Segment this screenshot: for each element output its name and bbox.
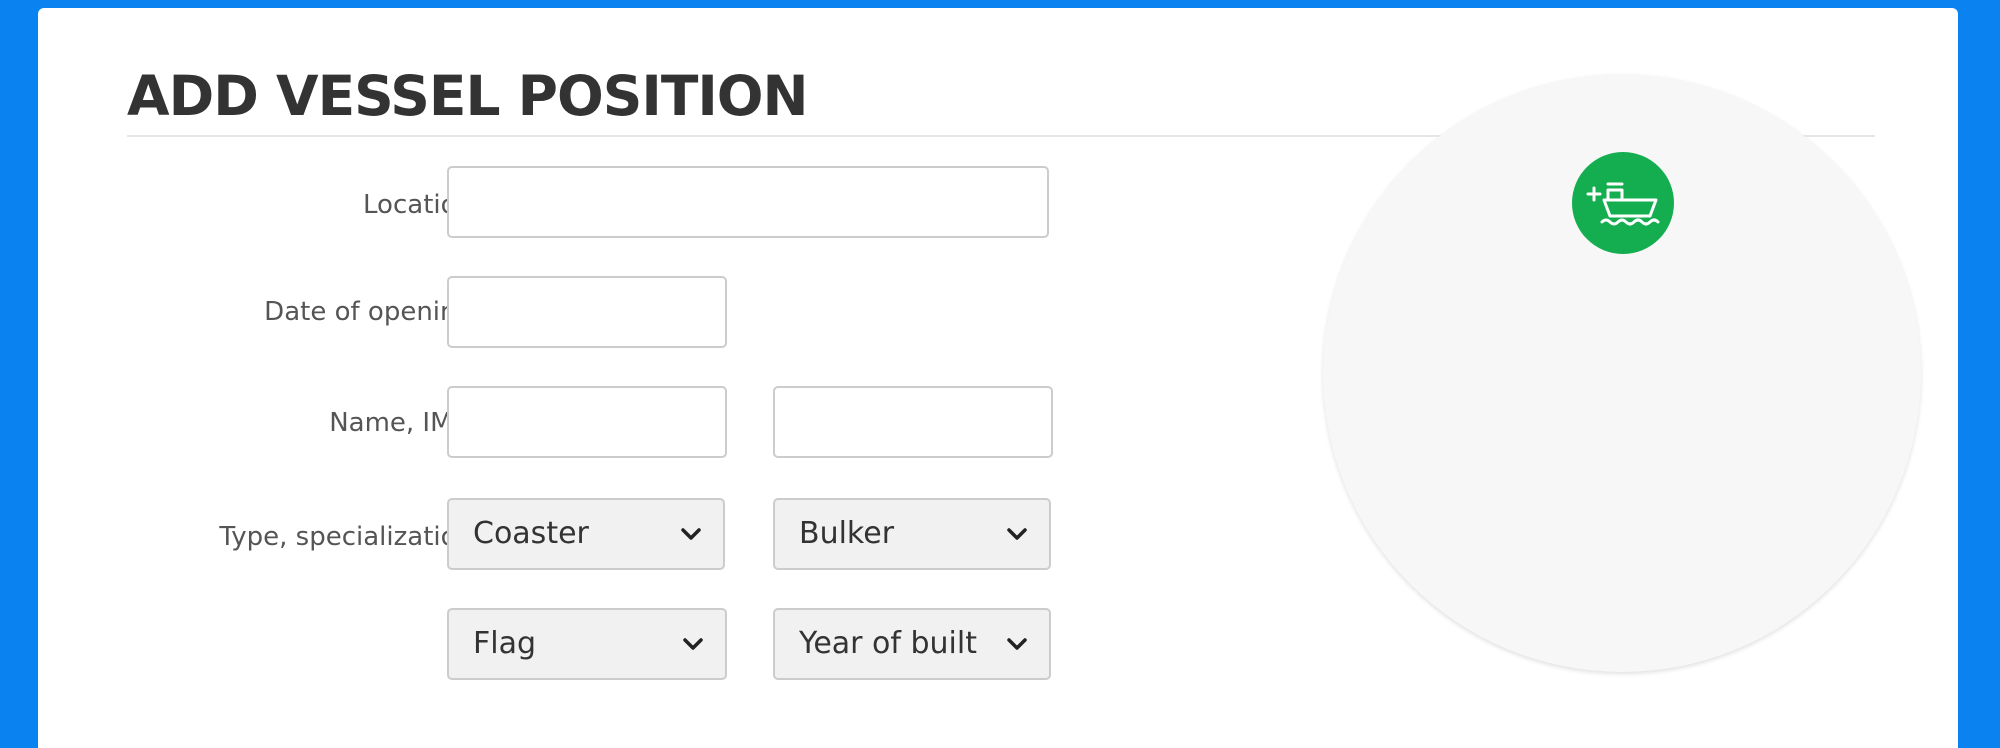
imo-input[interactable] <box>773 386 1053 458</box>
vessel-name-input[interactable] <box>447 386 727 458</box>
type-select[interactable]: Coaster <box>447 498 725 570</box>
year-of-built-select-value: Year of built <box>799 626 977 661</box>
flag-select-value: Flag <box>473 626 537 661</box>
add-ship-icon <box>1586 182 1660 226</box>
chevron-down-icon <box>1007 528 1027 540</box>
chevron-down-icon <box>683 638 703 650</box>
date-of-opening-input[interactable] <box>447 276 727 348</box>
add-vessel-button[interactable] <box>1572 152 1674 254</box>
specialization-select[interactable]: Bulker <box>773 498 1051 570</box>
chevron-down-icon <box>1007 638 1027 650</box>
page-title: ADD VESSEL POSITION <box>127 64 809 128</box>
type-specialization-label: Type, specialization <box>219 522 473 552</box>
year-of-built-select[interactable]: Year of built <box>773 608 1051 680</box>
type-select-value: Coaster <box>473 516 589 551</box>
flag-select[interactable]: Flag <box>447 608 727 680</box>
chevron-down-icon <box>681 528 701 540</box>
date-of-opening-label: Date of opening <box>264 297 473 327</box>
specialization-select-value: Bulker <box>799 516 895 551</box>
location-input[interactable] <box>447 166 1049 238</box>
